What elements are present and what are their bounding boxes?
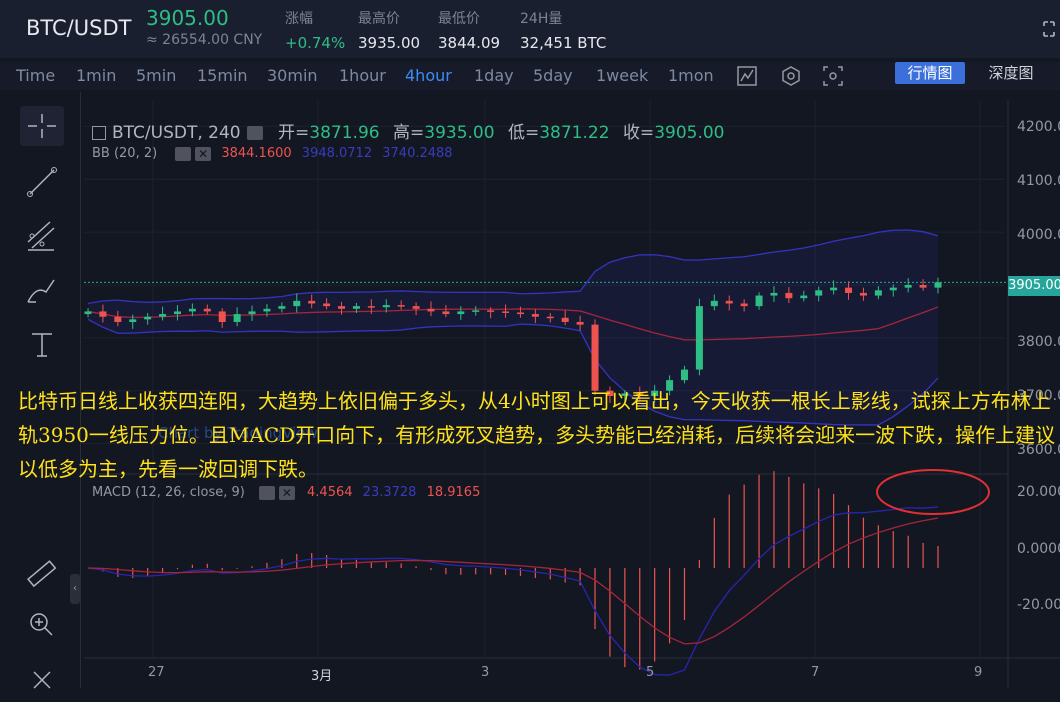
candle-body: [114, 316, 122, 322]
candle-body: [382, 305, 390, 308]
candle-body: [442, 311, 450, 315]
candle-body: [889, 287, 897, 291]
bb-legend: BB (20, 2) ✕ 3844.1600 3948.0712 3740.248…: [92, 146, 453, 161]
close-icon[interactable]: [20, 658, 64, 698]
candle-body: [546, 316, 554, 319]
signal-line: [87, 517, 939, 645]
candle-body: [755, 295, 763, 307]
candle-body: [263, 308, 271, 312]
macd-axis-label: 0.0000: [1017, 541, 1060, 557]
brush-icon[interactable]: [20, 270, 64, 310]
time-axis-label: 9: [974, 665, 983, 680]
gear-icon[interactable]: [246, 126, 263, 140]
candle-body: [725, 300, 733, 304]
time-axis-label: 7: [811, 665, 820, 680]
candle-body: [845, 287, 853, 293]
candle-body: [352, 306, 360, 309]
trendline-icon[interactable]: [20, 162, 64, 202]
candle-body: [367, 306, 375, 308]
candle-body: [203, 308, 211, 312]
candle-body: [323, 303, 331, 307]
candle-body: [129, 319, 137, 322]
candle-body: [84, 311, 92, 315]
price-axis-label: 3800.00: [1017, 334, 1060, 350]
zoom-icon[interactable]: [20, 604, 64, 644]
candle-body: [293, 300, 301, 307]
time-axis-label: 5: [646, 665, 655, 680]
candle-body: [457, 311, 465, 315]
macd-axis-label: 20.0000: [1017, 484, 1060, 500]
gear-icon[interactable]: [175, 146, 192, 161]
price-axis-label: 4200.00: [1017, 119, 1060, 135]
ohlc-legend: BTC/USDT, 240 开=3871.96 高=3935.00 低=3871…: [92, 118, 725, 143]
collapse-toolbar-button[interactable]: ‹: [70, 574, 80, 604]
candle-body: [561, 317, 569, 322]
candle-body: [99, 311, 107, 317]
candle-body: [487, 310, 495, 312]
candle-body: [800, 295, 808, 299]
collapse-legend-icon[interactable]: [92, 126, 106, 140]
price-axis-label: 4000.00: [1017, 227, 1060, 243]
candle-body: [397, 305, 405, 307]
candle-body: [427, 308, 435, 312]
candle-body: [815, 290, 823, 296]
candle-body: [874, 290, 882, 296]
candle-body: [308, 300, 316, 304]
candle-body: [785, 292, 793, 299]
candlestick-chart[interactable]: [0, 0, 1060, 688]
macd-line: [87, 506, 939, 676]
candle-body: [502, 311, 510, 313]
candle-body: [516, 312, 524, 315]
candle-body: [173, 311, 181, 315]
candle-body: [218, 311, 226, 322]
candle-body: [338, 306, 346, 309]
candle-body: [904, 285, 912, 288]
close-icon[interactable]: ✕: [278, 485, 295, 500]
price-axis-label: 4100.00: [1017, 173, 1060, 189]
analysis-annotation: 比特币日线上收获四连阳，大趋势上依旧偏于多头，从4小时图上可以看出，今天收获一根…: [18, 389, 1056, 481]
candle-body: [233, 314, 241, 322]
ruler-icon[interactable]: [20, 554, 64, 594]
candle-body: [591, 324, 599, 391]
candle-body: [531, 314, 539, 317]
candle-body: [472, 310, 480, 312]
candle-body: [159, 314, 167, 317]
macd-axis-label: -20.0000: [1017, 597, 1060, 613]
text-icon[interactable]: [20, 324, 64, 364]
crosshair-icon[interactable]: [20, 106, 64, 146]
candle-body: [919, 285, 927, 288]
macd-legend: MACD (12, 26, close, 9) ✕ 4.4564 23.3728 …: [92, 485, 481, 500]
candle-body: [248, 311, 256, 315]
candle-body: [680, 369, 688, 381]
time-axis-label: 3: [481, 665, 490, 680]
candle-body: [188, 308, 196, 312]
candle-body: [934, 282, 942, 288]
candle-body: [770, 292, 778, 296]
candle-body: [144, 316, 152, 320]
candle-body: [576, 322, 584, 325]
candle-body: [740, 303, 748, 307]
candle-body: [412, 306, 420, 309]
candle-body: [830, 287, 838, 291]
candle-body: [278, 306, 286, 309]
symbol-label: BTC/USDT, 240: [112, 123, 241, 143]
last-price-tag: 3905.00: [1008, 276, 1060, 296]
time-axis-label: 27: [148, 665, 165, 680]
candle-body: [859, 292, 867, 296]
candle-body: [710, 300, 718, 307]
gear-icon[interactable]: [258, 485, 275, 500]
fib-icon[interactable]: [20, 216, 64, 256]
time-axis-label: 3月: [311, 669, 333, 684]
close-icon[interactable]: ✕: [195, 146, 212, 161]
candle-body: [695, 306, 703, 370]
